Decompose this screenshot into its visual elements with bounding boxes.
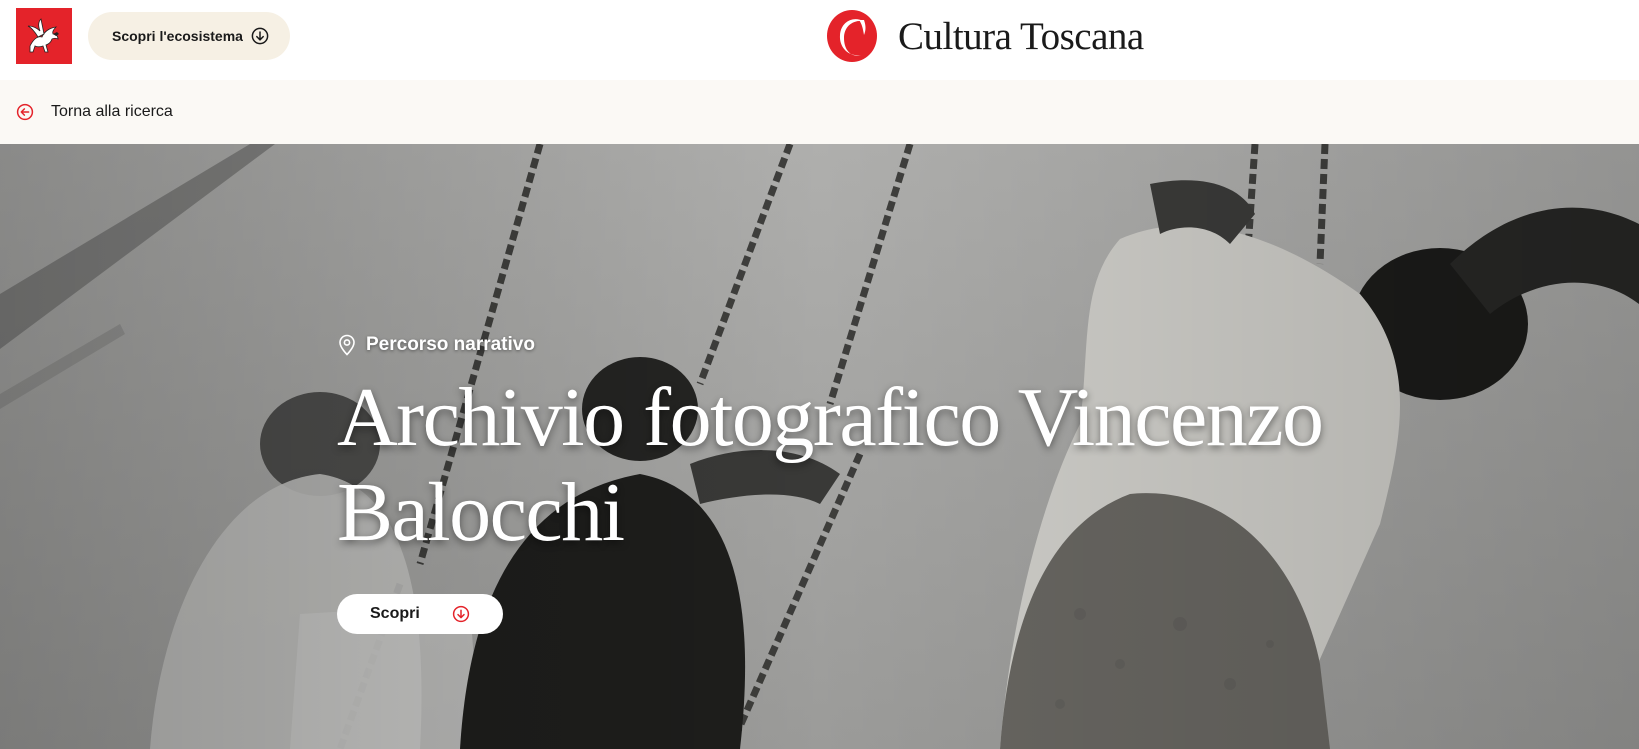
pegasus-icon <box>16 8 72 64</box>
content-type-text: Percorso narrativo <box>366 334 535 355</box>
back-to-search-label: Torna alla ricerca <box>51 103 173 120</box>
brand-logo[interactable]: Cultura Toscana <box>826 8 1144 64</box>
arrow-left-circle-icon <box>16 103 34 121</box>
back-bar: Torna alla ricerca <box>0 80 1639 144</box>
discover-button[interactable]: Scopri <box>337 594 503 634</box>
content-type-label: Percorso narrativo <box>337 334 1537 356</box>
brand-name: Cultura Toscana <box>898 14 1144 58</box>
arrow-down-circle-icon <box>251 27 269 45</box>
discover-button-label: Scopri <box>370 605 420 622</box>
hero-section: Percorso narrativo Archivio fotografico … <box>0 144 1639 749</box>
location-pin-icon <box>339 334 355 356</box>
site-header: Scopri l'ecosistema Cultura Toscana <box>0 0 1639 80</box>
region-logo[interactable] <box>16 8 72 64</box>
back-to-search-link[interactable]: Torna alla ricerca <box>16 80 173 144</box>
discover-ecosystem-button[interactable]: Scopri l'ecosistema <box>88 12 290 60</box>
arrow-down-circle-icon <box>452 605 469 623</box>
brand-mark-icon <box>827 10 877 62</box>
discover-ecosystem-label: Scopri l'ecosistema <box>112 28 243 44</box>
hero-content: Percorso narrativo Archivio fotografico … <box>337 334 1537 634</box>
page-title: Archivio fotografico Vincenzo Balocchi <box>337 371 1324 559</box>
